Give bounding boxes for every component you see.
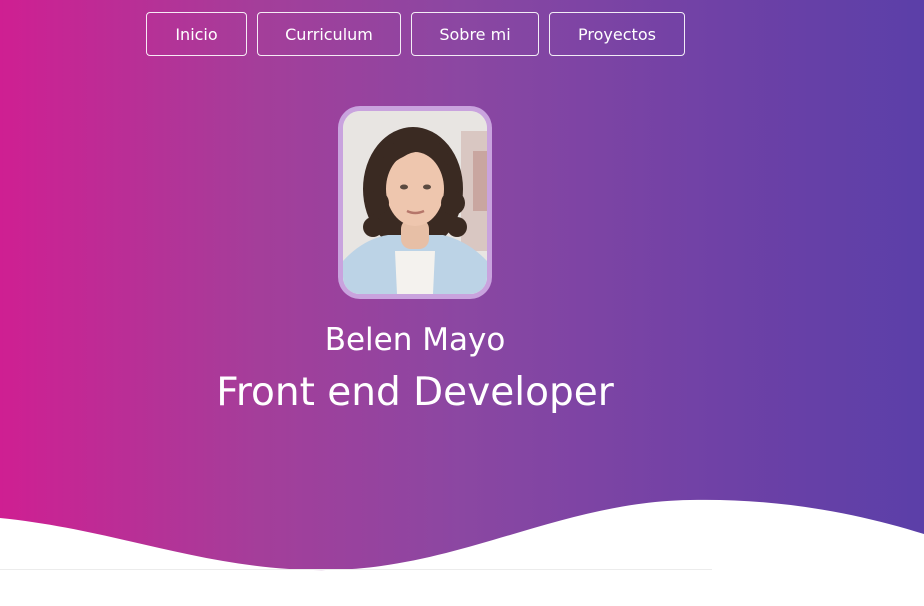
nav-button-sobre-mi[interactable]: Sobre mi [411,12,539,56]
section-divider [0,569,712,570]
wave-divider [0,499,924,606]
top-nav: Inicio Curriculum Sobre mi Proyectos [146,12,685,56]
profile-role: Front end Developer [216,370,614,415]
profile-name: Belen Mayo [324,322,506,358]
profile-photo-image [343,111,487,294]
profile-photo [338,106,492,299]
nav-button-proyectos[interactable]: Proyectos [549,12,685,56]
hero-section: Inicio Curriculum Sobre mi Proyectos Bel… [0,0,924,606]
nav-button-inicio[interactable]: Inicio [146,12,247,56]
nav-button-curriculum[interactable]: Curriculum [257,12,401,56]
